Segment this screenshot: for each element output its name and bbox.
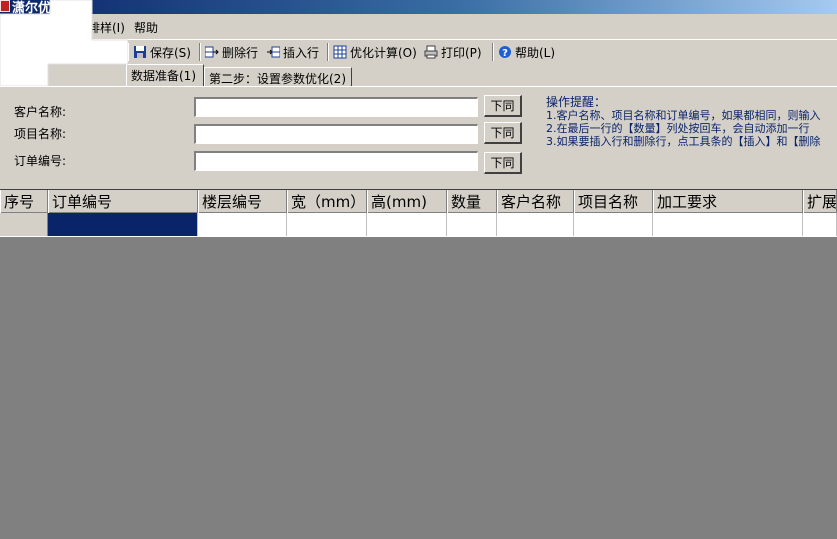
project-name-down-button[interactable]: 下同 (484, 122, 522, 144)
table-cell[interactable] (287, 213, 367, 236)
menu-file[interactable]: 文件(F) (5, 19, 45, 36)
order-form: 客户名称: 下同 项目名称: 下同 订单编号: 下同 操作提醒： 1.客户名称、… (0, 86, 837, 189)
menu-bar: 文件(F) 排样(I) 帮助 (0, 14, 837, 40)
help-button[interactable]: ? 帮助(L) (498, 43, 555, 61)
customer-name-down-button[interactable]: 下同 (484, 95, 522, 117)
table-row (0, 213, 837, 236)
toolbar: 保存(S) 删除行 插入行 优化计算(O) 打印(P) ? 帮助(L) (0, 40, 837, 64)
delete-row-label: 删除行 (222, 45, 259, 60)
order-grid: 序号 订单编号 楼层编号 宽（mm） 高(mm) 数量 客户名称 项目名称 加工… (0, 189, 837, 237)
column-header[interactable]: 数量 (447, 190, 497, 213)
print-label: 打印(P) (441, 45, 482, 60)
column-header[interactable]: 项目名称 (574, 190, 653, 213)
menu-layout[interactable]: 排样(I) (88, 19, 125, 36)
table-cell[interactable] (198, 213, 287, 236)
toolbar-separator (199, 43, 201, 61)
insert-row-button[interactable]: 插入行 (266, 43, 319, 61)
insert-row-icon (266, 45, 280, 59)
optimize-label: 优化计算(O) (350, 45, 417, 60)
delete-row-button[interactable]: 删除行 (205, 43, 258, 61)
title-bar: 潇尔优化软件 (0, 0, 837, 16)
customer-name-input[interactable] (194, 97, 478, 117)
printer-icon (424, 45, 438, 59)
project-name-label: 项目名称: (14, 127, 67, 141)
grid-header: 序号 订单编号 楼层编号 宽（mm） 高(mm) 数量 客户名称 项目名称 加工… (0, 189, 837, 213)
delete-row-icon (205, 45, 219, 59)
toolbar-separator (327, 43, 329, 61)
column-header[interactable]: 扩展 (803, 190, 837, 213)
toolbar-separator (492, 43, 494, 61)
customer-name-label: 客户名称: (14, 105, 67, 119)
column-header[interactable]: 宽（mm） (287, 190, 367, 213)
hint-line: 1.客户名称、项目名称和订单编号，如果都相同，则输入 (546, 109, 821, 122)
table-cell[interactable] (447, 213, 497, 236)
hints-title: 操作提醒： (546, 96, 607, 109)
column-header[interactable]: 客户名称 (497, 190, 574, 213)
column-header[interactable]: 订单编号 (48, 190, 198, 213)
column-header[interactable]: 高(mm) (367, 190, 447, 213)
order-number-input[interactable] (194, 151, 478, 171)
table-cell[interactable] (574, 213, 653, 236)
column-header[interactable]: 加工要求 (653, 190, 803, 213)
app-icon (0, 0, 10, 12)
tab-data-prep[interactable]: 数据准备(1) (126, 64, 204, 86)
column-header[interactable]: 楼层编号 (198, 190, 287, 213)
order-number-down-button[interactable]: 下同 (484, 152, 522, 174)
insert-row-label: 插入行 (283, 45, 320, 60)
save-icon (133, 45, 147, 59)
help-label: 帮助(L) (515, 45, 556, 60)
optimize-button[interactable]: 优化计算(O) (333, 43, 417, 61)
calculator-icon (333, 45, 347, 59)
operation-hints: 操作提醒： 1.客户名称、项目名称和订单编号，如果都相同，则输入 2.在最后一行… (546, 96, 837, 148)
save-button[interactable]: 保存(S) (133, 43, 191, 61)
tab-optimize-settings[interactable]: 第二步：设置参数优化(2) (204, 67, 352, 86)
order-number-label: 订单编号: (14, 154, 67, 168)
menu-help[interactable]: 帮助 (134, 19, 158, 36)
help-icon: ? (498, 45, 512, 59)
table-cell[interactable] (367, 213, 447, 236)
toolbar-separator (127, 43, 129, 61)
table-cell-selected[interactable] (48, 213, 198, 236)
print-button[interactable]: 打印(P) (424, 43, 482, 61)
tab-strip: 数据准备(1) 第二步：设置参数优化(2) (0, 64, 837, 86)
svg-text:?: ? (502, 48, 508, 59)
column-header[interactable]: 序号 (0, 190, 48, 213)
hint-line: 2.在最后一行的【数量】列处按回车，会自动添加一行 (546, 122, 810, 135)
hint-line: 3.如果要插入行和删除行，点工具条的【插入】和【删除 (546, 135, 821, 148)
project-name-input[interactable] (194, 124, 478, 144)
row-header-cell[interactable] (0, 213, 48, 236)
table-cell[interactable] (653, 213, 803, 236)
table-cell[interactable] (497, 213, 574, 236)
table-cell[interactable] (803, 213, 837, 236)
save-label: 保存(S) (150, 45, 191, 60)
